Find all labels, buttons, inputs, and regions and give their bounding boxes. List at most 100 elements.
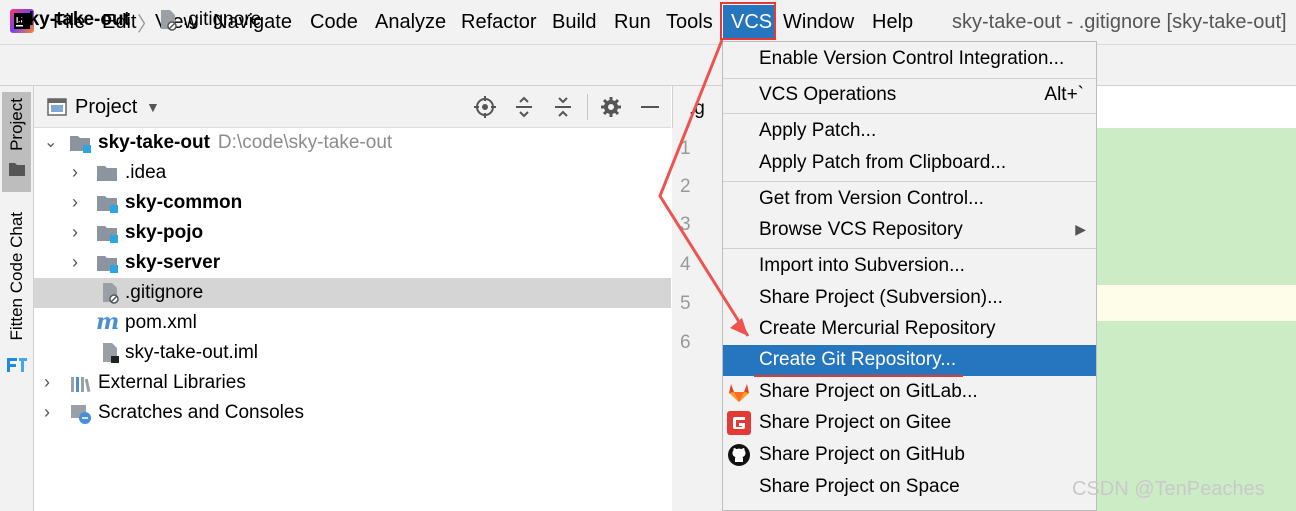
menu-item-label: Enable Version Control Integration... <box>759 48 1065 69</box>
menu-item-get-from-vcs[interactable]: Get from Version Control... <box>723 184 1096 215</box>
menu-item-label: Share Project on Space <box>759 476 960 497</box>
menu-help[interactable]: Help <box>872 10 913 34</box>
module-folder-icon <box>97 226 118 243</box>
menu-tools[interactable]: Tools <box>666 10 713 34</box>
github-icon <box>728 444 750 466</box>
module-folder-icon <box>70 136 91 153</box>
menu-window[interactable]: Window <box>783 10 854 34</box>
menu-item-label: Create Mercurial Repository <box>759 318 996 339</box>
menu-separator <box>723 248 1096 249</box>
menu-item-apply-patch-clipboard[interactable]: Apply Patch from Clipboard... <box>723 148 1096 179</box>
submenu-arrow-icon: ▶ <box>1075 221 1086 237</box>
menu-item-enable-vcs[interactable]: Enable Version Control Integration... <box>723 44 1096 75</box>
menu-item-label: Share Project on Gitee <box>759 412 952 433</box>
annotation-box <box>720 2 776 40</box>
menu-item-label: Share Project (Subversion)... <box>759 287 1003 308</box>
menu-item-browse-vcs[interactable]: Browse VCS Repository ▶ <box>723 215 1096 246</box>
tree-item-label: .gitignore <box>125 282 204 303</box>
folder-icon <box>9 163 25 176</box>
fitten-code-tool-tab-label: Fitten Code Chat <box>7 212 26 341</box>
menu-item-label: Create Git Repository... <box>759 349 957 370</box>
tree-item-label: pom.xml <box>125 312 197 333</box>
breadcrumb <box>0 44 1296 86</box>
tree-item-label: External Libraries <box>98 372 246 393</box>
folder-icon <box>97 166 117 181</box>
toolbar-divider <box>587 94 588 120</box>
maven-icon: m <box>96 309 120 335</box>
gear-icon[interactable] <box>600 96 622 118</box>
watermark: CSDN @TenPeaches <box>1072 478 1265 500</box>
iml-file-icon <box>103 343 119 363</box>
annotation-underline <box>754 375 963 377</box>
libraries-icon <box>71 377 91 393</box>
tree-item-pom[interactable]: m pom.xml <box>34 308 671 338</box>
menu-item-label: Browse VCS Repository <box>759 219 963 240</box>
menu-item-label: Import into Subversion... <box>759 255 965 276</box>
ignore-file-icon <box>103 283 119 304</box>
chevron-right-icon[interactable]: › <box>44 372 50 393</box>
window-title: sky-take-out - .gitignore [sky-take-out] <box>952 11 1287 33</box>
annotation-arrow-icon <box>658 39 750 337</box>
menu-item-create-mercurial[interactable]: Create Mercurial Repository <box>723 314 1096 345</box>
project-panel-title[interactable]: Project <box>75 96 137 119</box>
project-tool-tab[interactable]: Project <box>2 92 31 192</box>
menu-item-share-gitee[interactable]: Share Project on Gitee <box>723 408 1096 439</box>
menu-refactor[interactable]: Refactor <box>461 10 537 34</box>
menu-item-share-subversion[interactable]: Share Project (Subversion)... <box>723 283 1096 314</box>
fitten-code-icon <box>7 358 27 372</box>
tree-item-root[interactable]: ⌄ sky-take-out D:\code\sky-take-out <box>34 128 671 158</box>
module-folder-icon <box>97 256 118 273</box>
menu-item-create-git-repository[interactable]: Create Git Repository... <box>723 345 1096 376</box>
breadcrumb-file[interactable]: .gitignore <box>183 9 261 31</box>
menu-item-label: Apply Patch from Clipboard... <box>759 152 1007 173</box>
tree-item-sky-pojo[interactable]: › sky-pojo <box>34 218 671 248</box>
locate-icon[interactable] <box>474 96 496 118</box>
menu-item-share-gitlab[interactable]: Share Project on GitLab... <box>723 377 1096 408</box>
menu-item-label: Get from Version Control... <box>759 188 984 209</box>
tree-item-gitignore[interactable]: .gitignore <box>34 278 671 308</box>
chevron-right-icon[interactable]: › <box>72 162 78 183</box>
menu-item-vcs-operations[interactable]: VCS Operations Alt+` <box>723 80 1096 111</box>
menu-item-share-space[interactable]: Share Project on Space <box>723 472 1096 503</box>
gitlab-icon <box>729 384 749 402</box>
menu-item-label: Share Project on GitLab... <box>759 381 978 402</box>
breadcrumb-root[interactable]: sky-take-out <box>18 9 130 31</box>
menu-code[interactable]: Code <box>310 10 358 34</box>
tree-item-idea[interactable]: › .idea <box>34 158 671 188</box>
chevron-down-icon[interactable]: ⌄ <box>44 132 57 152</box>
menu-analyze[interactable]: Analyze <box>375 10 446 34</box>
tree-item-sky-common[interactable]: › sky-common <box>34 188 671 218</box>
tree-item-label: sky-server <box>125 252 221 273</box>
tree-item-iml[interactable]: sky-take-out.iml <box>34 338 671 368</box>
expand-all-icon[interactable] <box>513 96 535 118</box>
project-view-icon <box>47 98 67 116</box>
tree-item-label: sky-pojo <box>125 222 204 243</box>
menu-build[interactable]: Build <box>552 10 596 34</box>
tree-item-scratches[interactable]: › Scratches and Consoles <box>34 398 671 428</box>
tree-item-path: D:\code\sky-take-out <box>217 132 393 153</box>
fitten-code-tool-tab[interactable]: Fitten Code Chat <box>2 208 31 378</box>
chevron-right-icon[interactable]: › <box>72 252 78 273</box>
tree-item-label: .idea <box>125 162 167 183</box>
menu-item-apply-patch[interactable]: Apply Patch... <box>723 116 1096 147</box>
chevron-right-icon[interactable]: › <box>72 192 78 213</box>
menu-item-import-subversion[interactable]: Import into Subversion... <box>723 251 1096 282</box>
shortcut-label: Alt+` <box>1044 84 1084 105</box>
ignore-file-icon <box>161 10 177 31</box>
menu-run[interactable]: Run <box>614 10 651 34</box>
collapse-all-icon[interactable] <box>552 96 574 118</box>
chevron-right-icon[interactable]: › <box>72 222 78 243</box>
tree-item-label: sky-common <box>125 192 243 213</box>
dropdown-arrow-icon[interactable]: ▼ <box>146 99 160 115</box>
menu-item-label: VCS Operations <box>759 84 897 105</box>
tree-item-label: sky-take-out.iml <box>125 342 259 363</box>
menu-item-label: Apply Patch... <box>759 120 877 141</box>
breadcrumb-separator-icon: 〉 <box>137 14 157 36</box>
tree-item-external-libraries[interactable]: › External Libraries <box>34 368 671 398</box>
menu-item-label: Share Project on GitHub <box>759 444 965 465</box>
tree-item-sky-server[interactable]: › sky-server <box>34 248 671 278</box>
chevron-right-icon[interactable]: › <box>44 402 50 423</box>
tree-item-label: sky-take-out D:\code\sky-take-out <box>98 132 393 153</box>
gitee-icon <box>727 411 751 435</box>
menu-item-share-github[interactable]: Share Project on GitHub <box>723 440 1096 471</box>
